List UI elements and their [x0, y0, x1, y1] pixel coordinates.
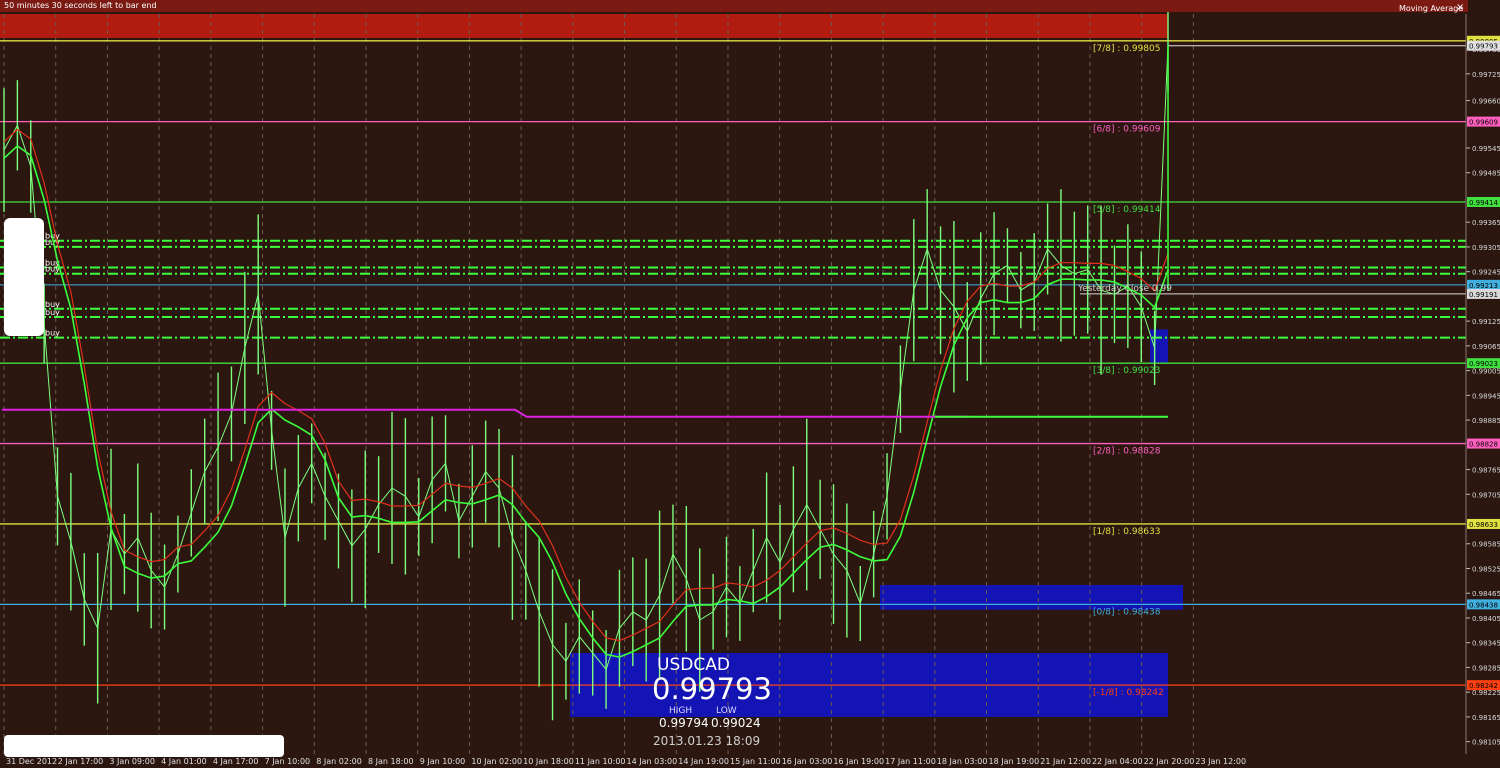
- chart-window: [7/8] : 0.99805 [6/8] : 0.99609 [5/8] : 0.…: [0, 0, 1500, 768]
- buy-label: buy: [45, 308, 60, 317]
- murrey-level-label: [6/8] : 0.99609: [1093, 125, 1161, 135]
- price-axis-tag-text: 0.98633: [1469, 521, 1498, 529]
- price-tick-label: 0.98405: [1472, 615, 1500, 623]
- price-tick-label: 0.98765: [1472, 467, 1500, 475]
- murrey-level-label: [3/8] : 0.99023: [1093, 366, 1160, 376]
- time-tick-label: 14 Jan 03:00: [627, 757, 678, 766]
- time-tick-label: 16 Jan 03:00: [782, 757, 833, 766]
- time-tick-label: 11 Jan 10:00: [575, 757, 626, 766]
- low-value: 0.99024: [711, 716, 761, 730]
- chart-background: [0, 0, 1500, 768]
- murrey-level-label: [5/8] : 0.99414: [1093, 205, 1161, 215]
- price-tick-label: 0.99365: [1472, 219, 1500, 227]
- countdown-bar: [0, 0, 1468, 12]
- buy-label: buy: [45, 265, 60, 274]
- time-axis: 31 Dec 2012 2 Jan 17:00 3 Jan 09:00 4 Jan 0…: [6, 757, 1246, 766]
- price-axis-tag-text: 0.99191: [1469, 291, 1498, 299]
- time-tick-label: 16 Jan 19:00: [833, 757, 884, 766]
- time-tick-label: 8 Jan 18:00: [368, 757, 414, 766]
- price-tick-label: 0.98345: [1472, 640, 1500, 648]
- price-tick-label: 0.99725: [1472, 71, 1500, 79]
- price-chart[interactable]: [7/8] : 0.99805 [6/8] : 0.99609 [5/8] : 0.…: [0, 0, 1500, 768]
- time-tick-label: 4 Jan 17:00: [213, 757, 259, 766]
- price-tick-label: 0.98525: [1472, 565, 1500, 573]
- time-tick-label: 21 Jan 12:00: [1040, 757, 1091, 766]
- price-tick-label: 0.98465: [1472, 590, 1500, 598]
- time-tick-label: 9 Jan 10:00: [420, 757, 466, 766]
- blue-zone-small: [1150, 329, 1168, 363]
- countdown-text: 50 minutes 30 seconds left to bar end: [4, 1, 157, 10]
- high-label: HIGH: [669, 706, 693, 716]
- price-tick-label: 0.99660: [1472, 98, 1500, 106]
- close-icon[interactable]: ×: [1456, 2, 1464, 13]
- price-tick-label: 0.98225: [1472, 689, 1500, 697]
- yesterday-close-label: Yesterday Close 0.99: [1078, 284, 1172, 294]
- price-tick-label: 0.99485: [1472, 170, 1500, 178]
- low-label: LOW: [716, 706, 737, 716]
- time-tick-label: 7 Jan 10:00: [265, 757, 311, 766]
- current-price: 0.99793: [652, 672, 772, 706]
- price-tick-label: 0.98585: [1472, 541, 1500, 549]
- time-tick-label: 14 Jan 19:00: [678, 757, 729, 766]
- time-tick-label: 8 Jan 02:00: [316, 757, 362, 766]
- price-axis-tag-text: 0.99609: [1469, 119, 1498, 127]
- red-zone: [0, 14, 1168, 38]
- price-tick-label: 0.99785: [1472, 46, 1500, 54]
- timestamp: 2013.01.23 18:09: [653, 734, 761, 748]
- time-tick-label: 10 Jan 02:00: [471, 757, 522, 766]
- price-tick-label: 0.99005: [1472, 368, 1500, 376]
- time-tick-label: 18 Jan 19:00: [989, 757, 1040, 766]
- blue-zone-mid: [880, 584, 1183, 610]
- price-tick-label: 0.98885: [1472, 417, 1500, 425]
- time-tick-label: 22 Jan 20:00: [1144, 757, 1195, 766]
- murrey-level-label: [1/8] : 0.98633: [1093, 527, 1160, 537]
- murrey-level-label: [2/8] : 0.98828: [1093, 447, 1161, 457]
- redacted-footer: [4, 735, 284, 757]
- price-tick-label: 0.99125: [1472, 318, 1500, 326]
- time-tick-label: 4 Jan 01:00: [161, 757, 207, 766]
- price-tick-label: 0.99245: [1472, 269, 1500, 277]
- time-tick-label: 2 Jan 17:00: [58, 757, 104, 766]
- time-tick-label: 31 Dec 2012: [6, 757, 57, 766]
- time-tick-label: 22 Jan 04:00: [1092, 757, 1143, 766]
- price-tick-label: 0.99065: [1472, 343, 1500, 351]
- buy-label: buy: [45, 329, 60, 338]
- price-axis-tag-text: 0.99414: [1469, 199, 1498, 207]
- redacted-panel: [4, 218, 44, 336]
- price-tick-label: 0.98705: [1472, 491, 1500, 499]
- time-tick-label: 3 Jan 09:00: [109, 757, 155, 766]
- price-tick-label: 0.98165: [1472, 714, 1500, 722]
- time-tick-label: 23 Jan 12:00: [1195, 757, 1246, 766]
- time-tick-label: 10 Jan 18:00: [523, 757, 574, 766]
- indicator-label: Moving Average: [1399, 4, 1464, 13]
- time-tick-label: 17 Jan 11:00: [885, 757, 936, 766]
- time-tick-label: 18 Jan 03:00: [937, 757, 988, 766]
- murrey-level-label: [-1/8] : 0.98242: [1093, 688, 1164, 698]
- murrey-level-label: [0/8] : 0.98438: [1093, 607, 1161, 617]
- price-axis-tag-text: 0.98828: [1469, 441, 1498, 449]
- high-value: 0.99794: [659, 716, 709, 730]
- price-tick-label: 0.98945: [1472, 392, 1500, 400]
- price-axis-tag-text: 0.98438: [1469, 601, 1498, 609]
- price-axis-tag-text: 0.99213: [1469, 282, 1498, 290]
- price-tick-label: 0.98285: [1472, 664, 1500, 672]
- time-tick-label: 15 Jan 11:00: [730, 757, 781, 766]
- price-tick-label: 0.99545: [1472, 145, 1500, 153]
- price-tick-label: 0.98105: [1472, 739, 1500, 747]
- murrey-level-label: [7/8] : 0.99805: [1093, 44, 1160, 54]
- price-tick-label: 0.99305: [1472, 244, 1500, 252]
